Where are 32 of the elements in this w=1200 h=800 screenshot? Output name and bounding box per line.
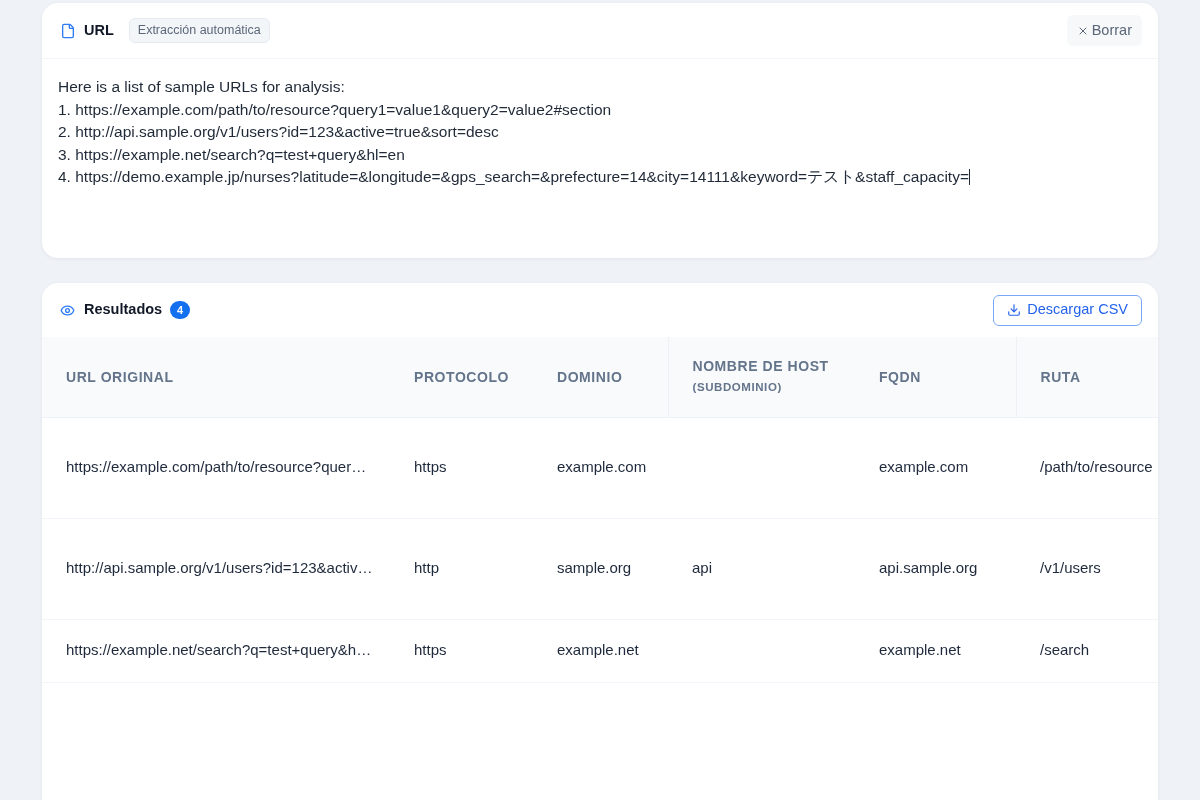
table-cell: https: [390, 619, 533, 682]
table-cell: /path/to/resource: [1016, 417, 1158, 518]
column-header: NOMBRE DE HOST (SUBDOMINIO): [668, 337, 855, 417]
panel-title: URL: [84, 20, 114, 40]
table-cell: /search: [1016, 619, 1158, 682]
table-cell: http: [390, 518, 533, 619]
table-cell: example.com: [855, 417, 1016, 518]
result-count: 4: [170, 301, 191, 319]
column-header: URL ORIGINAL: [42, 337, 390, 417]
panel-title: Resultados: [84, 300, 163, 320]
table-cell: sample.org: [533, 518, 668, 619]
table-cell: /v1/users: [1016, 518, 1158, 619]
file-icon: [60, 21, 76, 40]
column-header: FQDN: [855, 337, 1016, 417]
column-header: DOMINIO: [533, 337, 668, 417]
clear-button[interactable]: Borrar: [1066, 15, 1142, 46]
column-header: PROTOCOLO: [390, 337, 533, 417]
table-cell: api: [668, 518, 855, 619]
table-cell: api.sample.org: [855, 518, 1016, 619]
table-cell: example.com: [533, 417, 668, 518]
url-input-field[interactable]: Here is a list of sample URLs for analysis: 1. https://example.com/path/to/resource?query1=value1&query2=value2#section 2. http://api.sample.org/v1/users?id=123&active=true&sort=desc 3. https://example.net/search?q=test+query&hl=en 4. https://demo.example.jp/nurses?latitude=&longitude=&gps_search=&prefecture=14&city=14111&keyword=テスト&staff_capacity=: [42, 59, 1158, 258]
extraction-mode-tag: Extracción automática: [128, 18, 270, 43]
eye-icon: [60, 302, 75, 318]
table-cell: example.net: [855, 619, 1016, 682]
table-cell: example.net: [533, 619, 668, 682]
table-cell: https: [390, 417, 533, 518]
table-cell: https://example.net/search?q=test+query&h…: [42, 619, 390, 682]
column-header: RUTA: [1016, 337, 1158, 417]
download-csv-button[interactable]: Descargar CSV: [993, 294, 1142, 326]
table-cell: https://example.com/path/to/resource?quer…: [42, 417, 390, 518]
table-cell: http://api.sample.org/v1/users?id=123&activ…: [42, 518, 390, 619]
download-icon: [1007, 303, 1022, 317]
